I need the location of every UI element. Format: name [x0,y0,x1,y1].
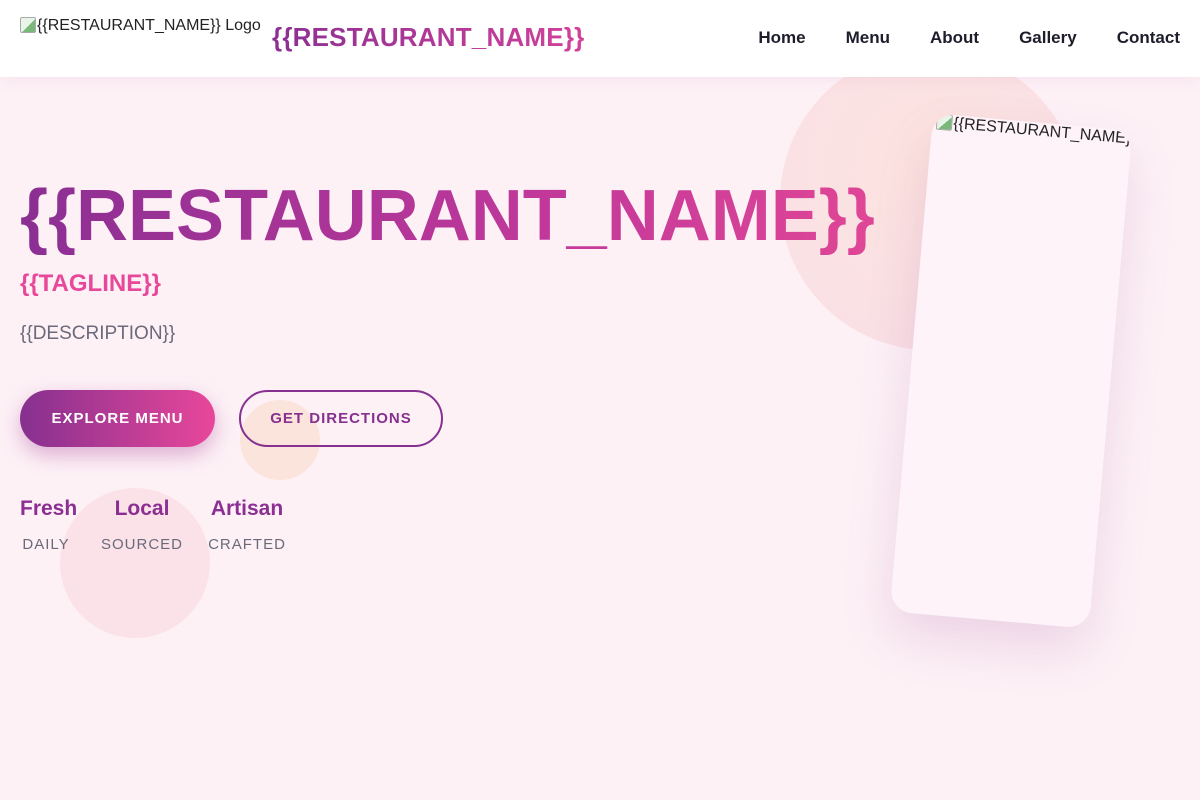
nav-home[interactable]: Home [758,28,805,48]
stat-label: SOURCED [100,536,183,553]
hero-description: {{DESCRIPTION}} [20,323,176,344]
stat-item: Artisan CRAFTED [206,497,288,553]
broken-image-icon [20,17,36,33]
stat-label: CRAFTED [208,536,286,553]
nav-contact[interactable]: Contact [1117,28,1180,48]
stat-value: Artisan [210,497,284,520]
main-nav: Home Menu About Gallery Contact [758,28,1180,48]
brand-name[interactable]: {{RESTAURANT_NAME}} [272,22,584,53]
logo-alt-text: {{RESTAURANT_NAME}} Logo [37,17,261,34]
explore-menu-button[interactable]: EXPLORE MENU [20,390,215,447]
stat-value: Fresh [20,497,78,520]
stat-value: Local [114,497,170,520]
stat-label: DAILY [22,536,70,553]
hero-image-card: {{RESTAURANT_NAME}} [889,113,1133,629]
hero-title: {{RESTAURANT_NAME}} [20,176,875,256]
nav-menu[interactable]: Menu [846,28,890,48]
hero-tagline: {{TAGLINE}} [20,270,161,297]
stat-item: Local SOURCED [100,497,184,553]
site-header: {{RESTAURANT_NAME}} Logo {{RESTAURANT_NA… [0,0,1200,77]
stat-item: Fresh DAILY [20,497,78,553]
nav-about[interactable]: About [930,28,979,48]
nav-gallery[interactable]: Gallery [1019,28,1077,48]
logo-image[interactable]: {{RESTAURANT_NAME}} Logo [20,17,261,41]
broken-image-icon [935,113,954,131]
get-directions-button[interactable]: GET DIRECTIONS [239,390,443,447]
